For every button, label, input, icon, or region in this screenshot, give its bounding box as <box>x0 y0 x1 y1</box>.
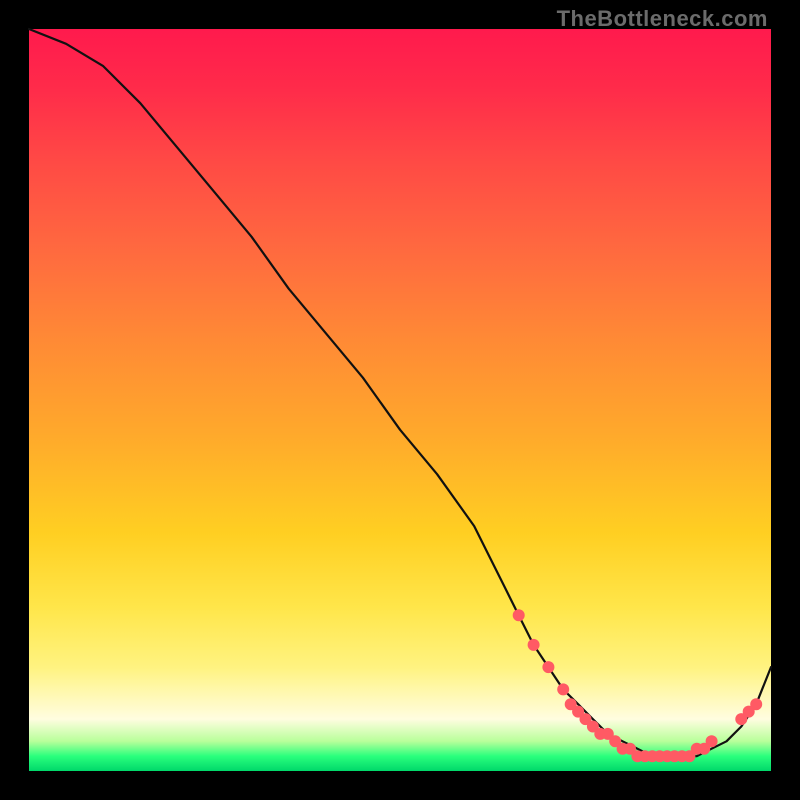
curve-markers <box>513 609 763 762</box>
plot-area <box>29 29 771 771</box>
curve-marker <box>542 661 554 673</box>
chart-frame: TheBottleneck.com <box>0 0 800 800</box>
curve-marker <box>528 639 540 651</box>
curve-marker <box>706 735 718 747</box>
curve-marker <box>750 698 762 710</box>
bottleneck-curve <box>29 29 771 756</box>
curve-marker <box>513 609 525 621</box>
curve-svg <box>29 29 771 771</box>
curve-marker <box>557 683 569 695</box>
